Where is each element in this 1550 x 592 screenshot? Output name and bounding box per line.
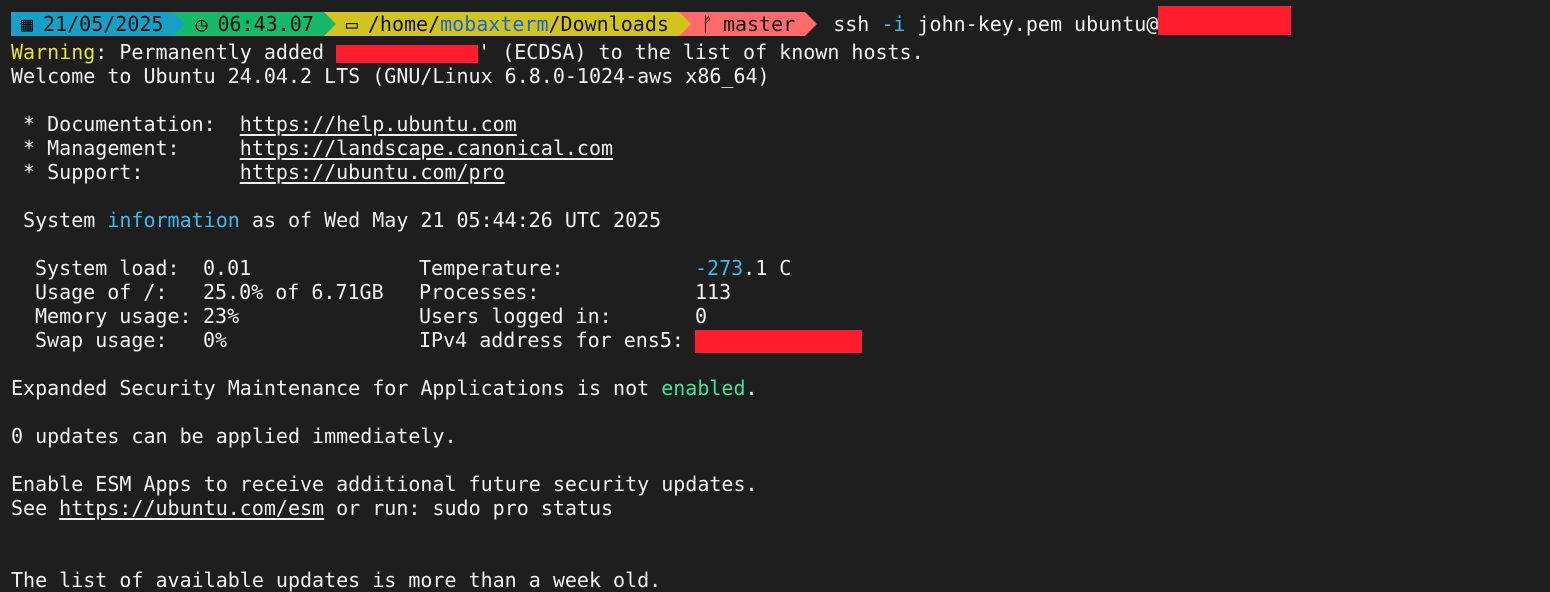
support-link[interactable]: https://ubuntu.com/pro xyxy=(240,160,505,184)
doc-link[interactable]: https://help.ubuntu.com xyxy=(240,112,517,136)
list-line: The list of available updates is more th… xyxy=(11,568,662,592)
esm-suffix: . xyxy=(745,376,758,400)
prompt-git-branch: master xyxy=(722,12,796,36)
prompt-path-user: mobaxterm xyxy=(440,12,549,36)
stat-key: IPv4 address for ens5: xyxy=(419,328,684,352)
stat-label: System load: xyxy=(35,256,180,280)
prompt-separator-arrow xyxy=(323,12,336,36)
stat-value: 23% xyxy=(203,304,240,328)
see-suffix: or run: sudo pro status xyxy=(324,496,614,520)
stat-label: Usage of /: xyxy=(35,280,168,304)
folder-icon: ▭ xyxy=(345,12,358,36)
esm-line: Expanded Security Maintenance for Applic… xyxy=(11,376,1550,400)
command-prefix: ssh xyxy=(833,12,882,36)
see-line: See https://ubuntu.com/esm or run: sudo … xyxy=(11,496,1550,520)
prompt-separator-arrow xyxy=(805,12,818,36)
stat-val: 113 xyxy=(695,280,732,304)
welcome-line: Welcome to Ubuntu 24.04.2 LTS (GNU/Linux… xyxy=(11,64,770,88)
esm-link[interactable]: https://ubuntu.com/esm xyxy=(59,496,324,520)
esm-apps-line: Enable ESM Apps to receive additional fu… xyxy=(11,472,758,496)
prompt-separator-arrow xyxy=(173,12,186,36)
esm-prefix: Expanded Security Maintenance for Applic… xyxy=(11,376,662,400)
updates-line: 0 updates can be applied immediately. xyxy=(11,424,457,448)
calendar-icon: ▦ xyxy=(21,12,34,36)
stat-value: 25.0% of 6.71GB xyxy=(203,280,384,304)
sysinfo-line: System information as of Wed May 21 05:4… xyxy=(11,208,1550,232)
command-rest: john-key.pem ubuntu@ xyxy=(905,12,1159,36)
stat-key: Temperature: xyxy=(419,256,564,280)
warning-label: Warning xyxy=(11,40,96,64)
prompt-git-segment: ᚠ master xyxy=(690,12,806,36)
prompt-path-prefix: /home/ xyxy=(367,12,441,36)
redacted-host xyxy=(336,44,479,63)
stat-value: 0.01 xyxy=(203,256,252,280)
prompt-path-segment: ▭ /home/mobaxterm/Downloads xyxy=(335,12,679,36)
stats-row: System load: 0.01 Temperature: -273.1 C xyxy=(11,256,1550,280)
stats-row: Usage of /: 25.0% of 6.71GB Processes: 113 xyxy=(11,280,1550,304)
management-link[interactable]: https://landscape.canonical.com xyxy=(240,136,613,160)
stat-key: Processes: xyxy=(419,280,540,304)
prompt-path-suffix: /Downloads xyxy=(548,12,669,36)
stat-label: Swap usage: xyxy=(35,328,168,352)
prompt-date: 21/05/2025 xyxy=(43,12,164,36)
doc-link-label: * Documentation: xyxy=(11,112,240,136)
prompt-time-segment: ◷ 06:43.07 xyxy=(185,12,324,36)
esm-enabled: enabled xyxy=(661,376,746,400)
clock-icon: ◷ xyxy=(195,12,208,36)
prompt-date-segment: ▦ 21/05/2025 xyxy=(11,12,174,36)
warning-text-after: ' (ECDSA) to the list of known hosts. xyxy=(478,40,924,64)
redacted-ip xyxy=(695,330,862,353)
support-link-line: * Support: https://ubuntu.com/pro xyxy=(11,160,1550,184)
temperature-negative: -273 xyxy=(695,256,744,280)
warning-text-before: : Permanently added xyxy=(95,40,337,64)
sysinfo-highlight: information xyxy=(107,208,240,232)
management-link-label: * Management: xyxy=(11,136,240,160)
stat-value: 0% xyxy=(203,328,228,352)
temperature-rest: .1 C xyxy=(743,256,792,280)
sysinfo-suffix: as of Wed May 21 05:44:26 UTC 2025 xyxy=(239,208,662,232)
stats-row: Memory usage: 23% Users logged in: 0 xyxy=(11,304,1550,328)
stats-row: Swap usage: 0% IPv4 address for ens5: xyxy=(11,328,1550,353)
doc-link-line: * Documentation: https://help.ubuntu.com xyxy=(11,112,1550,136)
terminal-window[interactable]: ▦ 21/05/2025 ◷ 06:43.07 ▭ /home/mobaxter… xyxy=(0,0,1550,592)
warning-line: Warning: Permanently added ' (ECDSA) to … xyxy=(11,40,1550,64)
management-link-line: * Management: https://landscape.canonica… xyxy=(11,136,1550,160)
shell-prompt: ▦ 21/05/2025 ◷ 06:43.07 ▭ /home/mobaxter… xyxy=(11,6,1550,36)
redacted-host xyxy=(1158,6,1292,35)
stat-label: Memory usage: xyxy=(35,304,192,328)
stat-val: 0 xyxy=(695,304,708,328)
command-flag: -i xyxy=(881,12,906,36)
see-prefix: See xyxy=(11,496,60,520)
stat-val-temperature: -273.1 C xyxy=(695,256,791,280)
git-branch-icon: ᚠ xyxy=(700,12,713,36)
stat-key: Users logged in: xyxy=(419,304,612,328)
support-link-label: * Support: xyxy=(11,160,240,184)
command-input[interactable]: ssh -i john-key.pem ubuntu@ xyxy=(833,6,1292,36)
sysinfo-prefix: System xyxy=(11,208,108,232)
prompt-separator-arrow xyxy=(678,12,691,36)
prompt-time: 06:43.07 xyxy=(217,12,314,36)
